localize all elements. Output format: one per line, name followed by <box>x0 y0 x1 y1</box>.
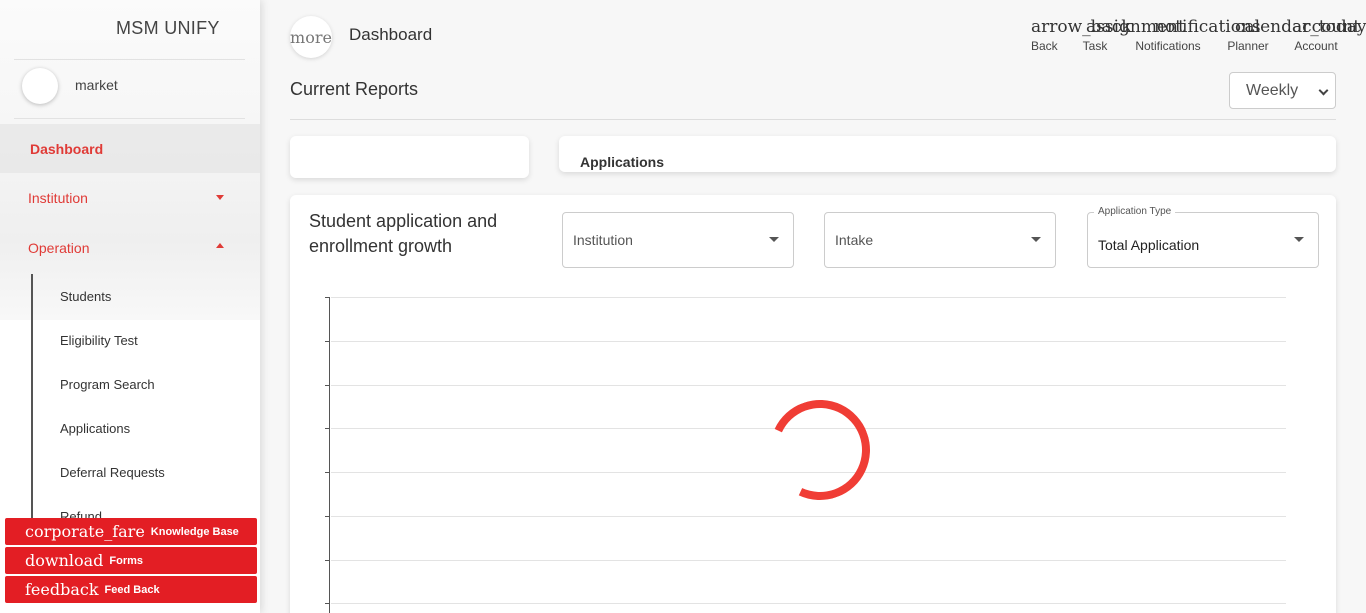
sidebar-item-operation[interactable]: Operation <box>0 223 260 272</box>
notifications-label: Notifications <box>1135 39 1201 53</box>
y-tick <box>325 472 330 473</box>
intake-select[interactable]: Intake <box>824 212 1056 268</box>
more-button[interactable]: more <box>290 16 332 58</box>
section-title: Current Reports <box>290 79 419 99</box>
account-button[interactable]: account Account <box>1292 16 1361 53</box>
assignment-icon: assignment <box>1086 17 1185 37</box>
sidebar-item-label: Institution <box>28 189 88 206</box>
corporate-fare-icon: corporate_fare <box>25 522 145 541</box>
more-icon: more <box>290 27 332 47</box>
forms-button[interactable]: download Forms <box>5 547 257 574</box>
period-select-value: Weekly <box>1246 81 1299 99</box>
sidebar-item-label: Operation <box>28 239 90 256</box>
download-icon: download <box>25 551 104 570</box>
y-tick <box>325 385 330 386</box>
y-tick <box>325 603 330 604</box>
gridline <box>331 603 1286 604</box>
account-icon: account <box>1292 17 1361 37</box>
sidebar-subitem-eligibility-test[interactable]: Eligibility Test <box>60 333 138 348</box>
account-label: Account <box>1294 39 1338 53</box>
user-profile[interactable]: market <box>22 68 118 104</box>
gridline <box>331 516 1286 517</box>
gridline <box>331 560 1286 561</box>
page-title: Dashboard <box>349 25 433 44</box>
planner-button[interactable]: calendar_today Planner <box>1227 16 1366 53</box>
sidebar-subitem-program-search[interactable]: Program Search <box>60 377 155 392</box>
y-tick <box>325 428 330 429</box>
application-type-label: Application Type <box>1094 206 1176 217</box>
arrow-back-icon: arrow_back <box>1031 17 1132 37</box>
sidebar-item-institution[interactable]: Institution <box>0 173 260 222</box>
sidebar-item-dashboard[interactable]: Dashboard <box>0 124 260 173</box>
institution-select-placeholder: Institution <box>573 232 633 248</box>
chart-title: Student application and enrollment growt… <box>309 211 498 256</box>
y-axis <box>329 297 330 613</box>
divider <box>14 118 245 119</box>
notifications-icon: notifications <box>1154 17 1261 37</box>
knowledge-base-label: Knowledge Base <box>150 525 239 538</box>
dropdown-arrow-icon <box>769 237 779 242</box>
report-card[interactable] <box>290 136 529 178</box>
sidebar-subitem-deferral-requests[interactable]: Deferral Requests <box>60 465 165 480</box>
growth-chart-card: Student application and enrollment growt… <box>290 195 1336 613</box>
brand-logo[interactable]: MSM UNIFY <box>0 18 260 39</box>
caret-down-icon <box>216 195 224 200</box>
y-tick <box>325 560 330 561</box>
dropdown-arrow-icon <box>1294 237 1304 242</box>
planner-label: Planner <box>1227 39 1269 53</box>
notifications-button[interactable]: notifications Notifications <box>1134 16 1261 53</box>
loading-spinner <box>755 385 885 515</box>
gridline <box>331 341 1286 342</box>
divider <box>14 59 245 60</box>
chevron-down-icon <box>1318 85 1329 96</box>
application-type-value: Total Application <box>1098 237 1200 253</box>
back-button[interactable]: arrow_back Back <box>1031 16 1132 53</box>
forms-label: Forms <box>109 554 144 567</box>
sidebar-item-label: Dashboard <box>30 140 104 157</box>
intake-select-placeholder: Intake <box>835 232 874 248</box>
task-label: Task <box>1082 39 1108 53</box>
gridline <box>331 297 1286 298</box>
knowledge-base-button[interactable]: corporate_fare Knowledge Base <box>5 518 257 545</box>
feedback-label: Feed Back <box>104 583 160 596</box>
caret-up-icon <box>216 243 224 248</box>
divider <box>290 119 1336 120</box>
gridline <box>331 385 1286 386</box>
calendar-today-icon: calendar_today <box>1235 17 1366 37</box>
back-label: Back <box>1031 39 1058 53</box>
sidebar-subitem-students[interactable]: Students <box>60 289 111 304</box>
y-tick <box>325 297 330 298</box>
institution-select[interactable]: Institution <box>562 212 794 268</box>
sidebar-subitem-applications[interactable]: Applications <box>60 421 130 436</box>
period-select[interactable]: Weekly <box>1229 72 1336 109</box>
y-tick <box>325 341 330 342</box>
feedback-icon: feedback <box>25 580 99 599</box>
applications-card[interactable]: Applications <box>559 136 1336 172</box>
avatar[interactable] <box>22 68 58 104</box>
sidebar: MSM UNIFY market Dashboard Institution O… <box>0 0 260 613</box>
applications-card-title: Applications <box>580 154 665 170</box>
task-button[interactable]: assignment Task <box>1082 16 1185 53</box>
user-name: market <box>75 77 118 93</box>
y-tick <box>325 516 330 517</box>
brand-name: MSM UNIFY <box>116 18 220 38</box>
dropdown-arrow-icon <box>1031 237 1041 242</box>
application-type-select[interactable]: Application Type Total Application <box>1087 206 1319 268</box>
submenu-line <box>31 274 33 524</box>
feedback-button[interactable]: feedback Feed Back <box>5 576 257 603</box>
